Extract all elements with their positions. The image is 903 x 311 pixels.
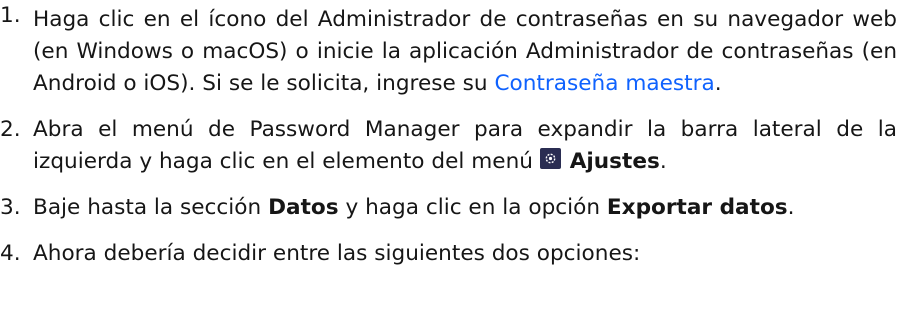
settings-menu-label: Ajustes <box>569 149 660 174</box>
export-data-label: Exportar datos <box>606 195 788 220</box>
step-number: 1. <box>0 3 21 28</box>
instruction-steps: 1. Haga clic en el ícono del Administrad… <box>0 0 903 270</box>
step-3: 3. Baje hasta la sección Datos y haga cl… <box>0 192 903 224</box>
step-4: 4. Ahora debería decidir entre las sigui… <box>0 238 903 270</box>
step-text: Abra el menú de Password Manager para ex… <box>33 117 897 174</box>
step-number: 4. <box>0 241 21 266</box>
step-2: 2. Abra el menú de Password Manager para… <box>0 114 903 178</box>
step-number: 3. <box>0 195 21 220</box>
data-section-label: Datos <box>268 195 339 220</box>
settings-gear-icon <box>539 148 561 169</box>
step-text: Baje hasta la sección Datos y haga clic … <box>33 195 795 220</box>
master-password-link[interactable]: Contraseña maestra <box>494 71 714 96</box>
step-text: Haga clic en el ícono del Administrador … <box>33 7 897 96</box>
step-number: 2. <box>0 117 21 142</box>
step-1: 1. Haga clic en el ícono del Administrad… <box>0 0 903 100</box>
step-text: Ahora debería decidir entre las siguient… <box>33 241 641 266</box>
